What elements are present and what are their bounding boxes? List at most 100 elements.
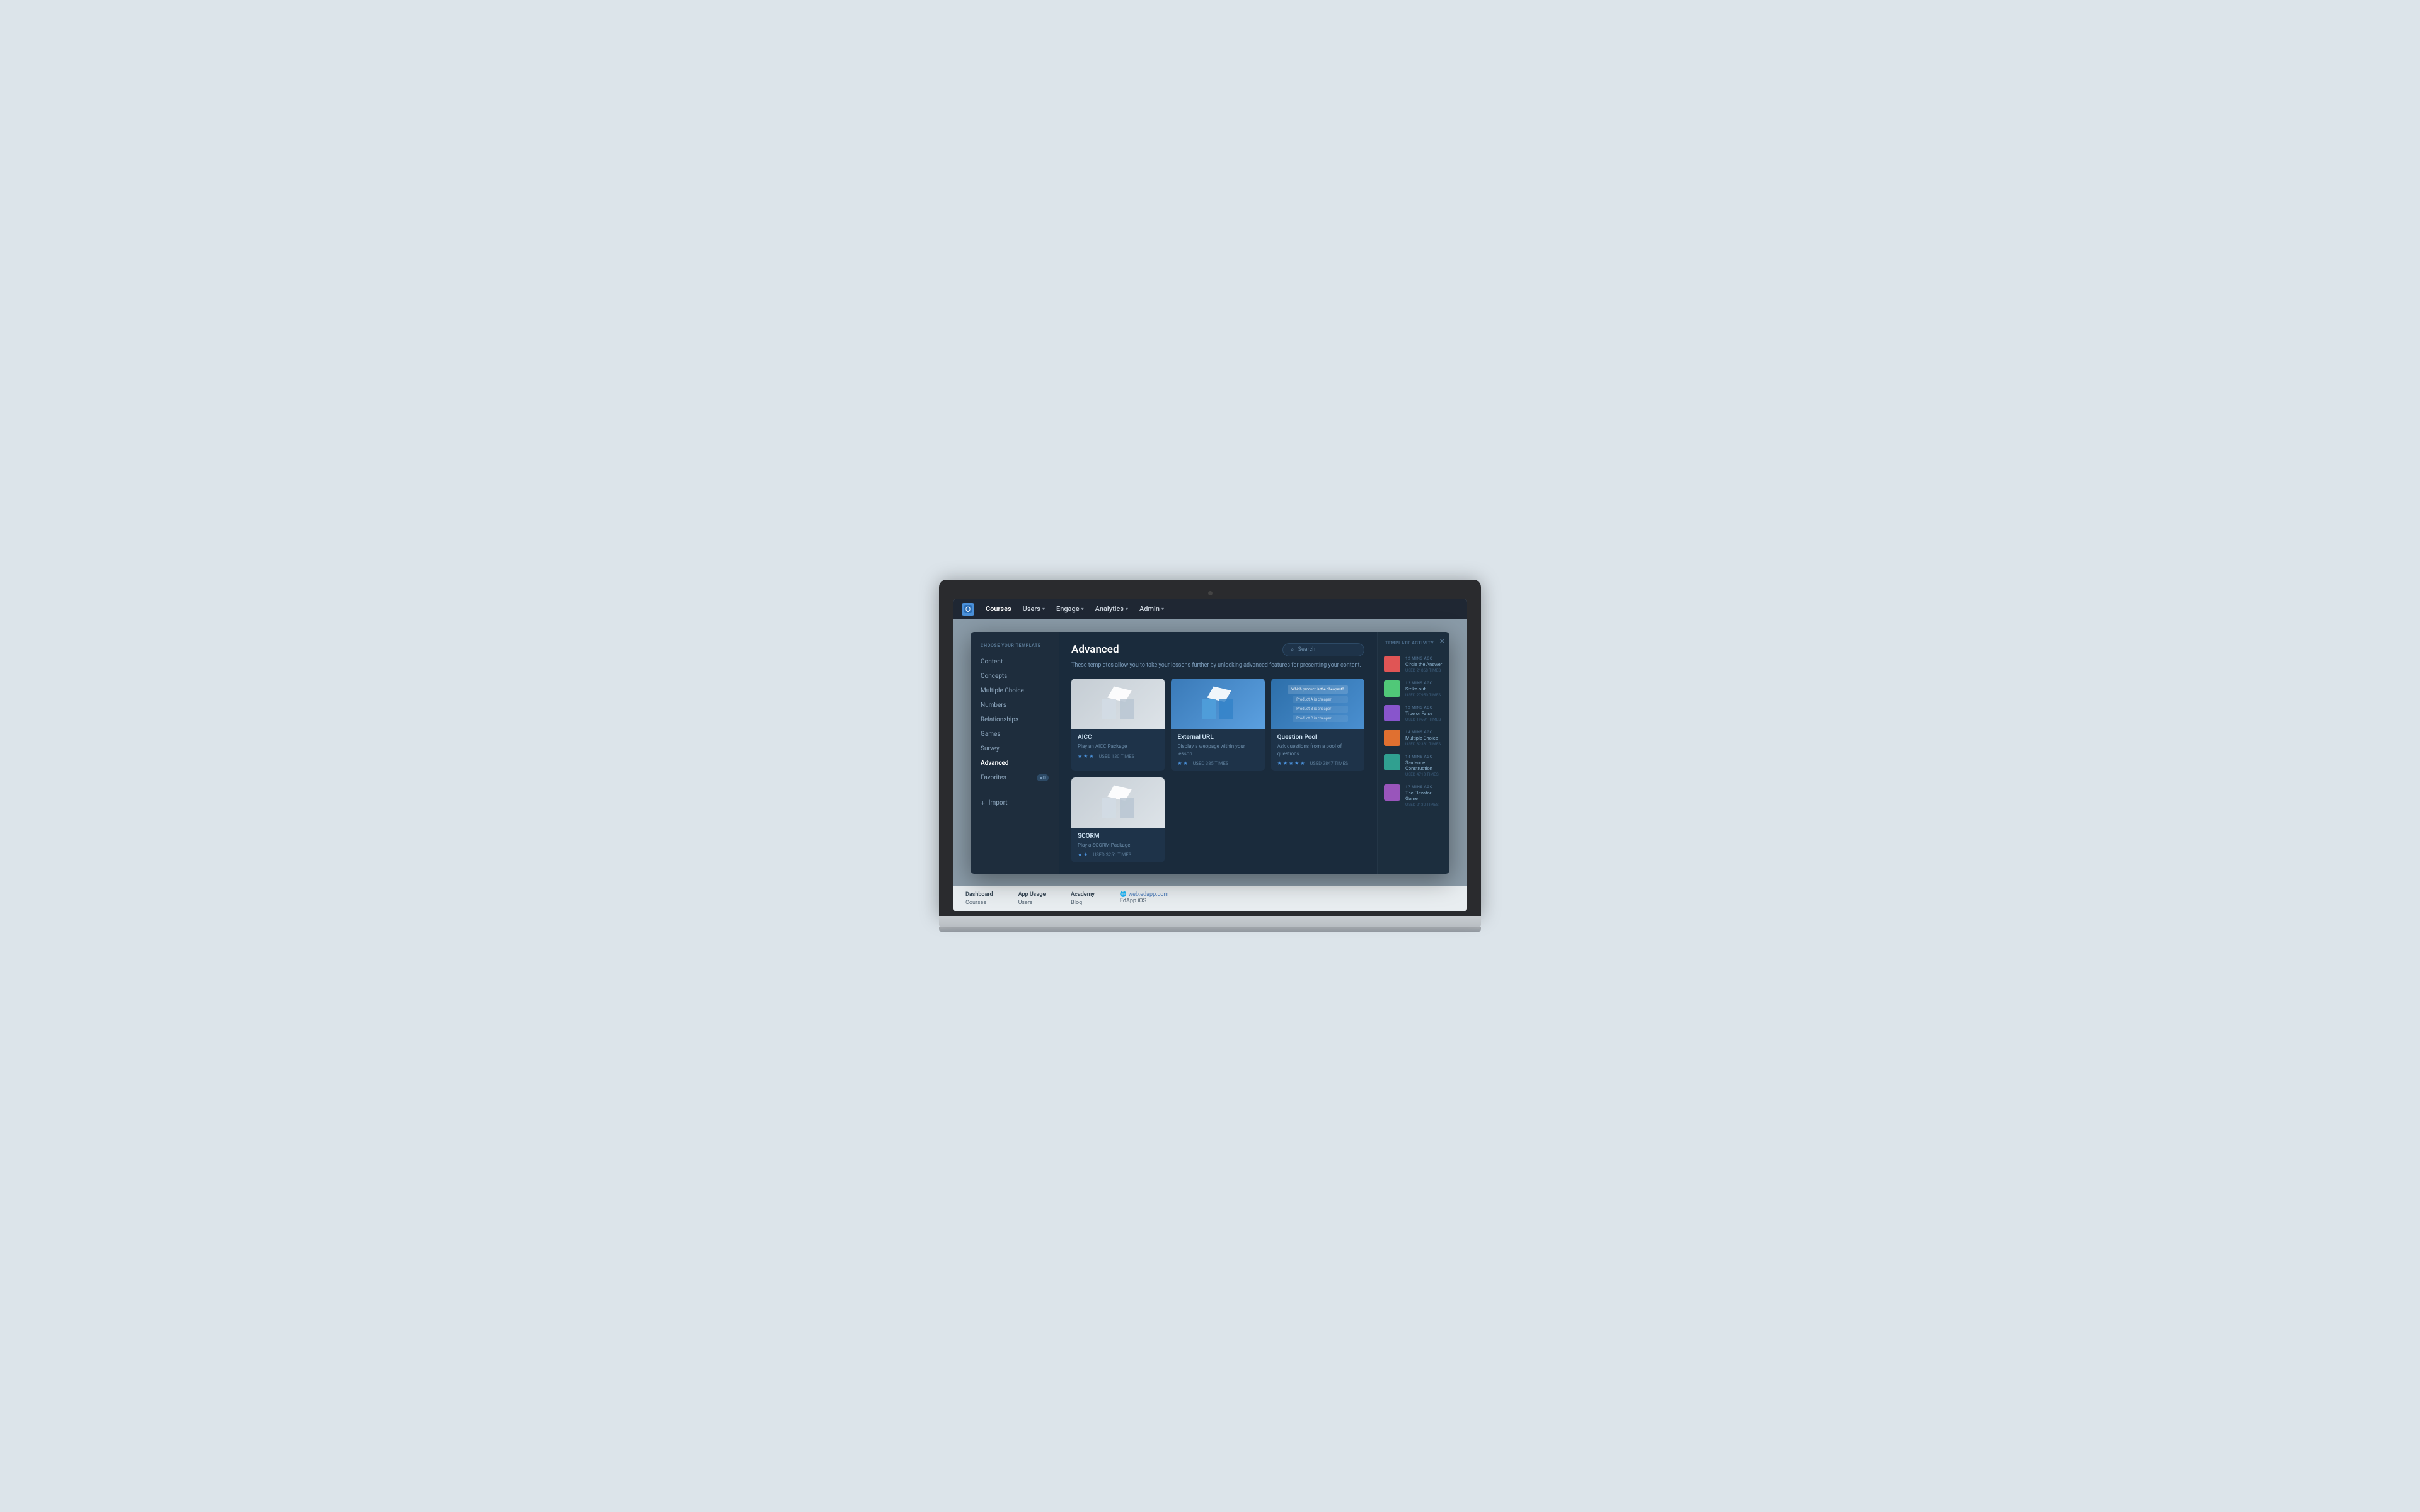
qpool-a1: Product A is cheaper <box>1293 696 1347 703</box>
page-footer: Dashboard Courses App Usage Users Academ… <box>953 886 1467 911</box>
aicc-uses: USED 130 TIMES <box>1099 753 1135 759</box>
users-chevron: ▾ <box>1042 606 1045 612</box>
template-card-scorm[interactable]: SCORM Play a SCORM Package ★★ USED 3251 … <box>1071 777 1165 862</box>
template-desc-qpool: Ask questions from a pool of questions <box>1277 743 1358 757</box>
template-meta-external: ★★ USED 385 TIMES <box>1177 760 1258 766</box>
activity-name-4: Multiple Choice <box>1405 735 1443 741</box>
template-info-external: External URL Display a webpage within yo… <box>1171 729 1264 770</box>
nav-analytics[interactable]: Analytics ▾ <box>1095 605 1128 613</box>
activity-thumb-1 <box>1384 656 1400 672</box>
template-empty-1 <box>1171 777 1264 862</box>
modal-dialog: × Choose Your Template Content Concepts … <box>971 632 1449 874</box>
qpool-uses: USED 2847 TIMES <box>1310 760 1349 766</box>
activity-time-3: 12 MINS AGO <box>1405 705 1443 710</box>
logo <box>962 603 974 616</box>
template-card-questionpool[interactable]: Which product is the cheapest? Product A… <box>1271 679 1364 770</box>
activity-thumb-6 <box>1384 784 1400 801</box>
search-input[interactable]: Search <box>1298 646 1316 653</box>
activity-time-5: 14 MINS AGO <box>1405 754 1443 759</box>
activity-name-6: The Elevator Game <box>1405 790 1443 801</box>
qpool-a3: Product C is cheaper <box>1293 715 1347 722</box>
modal-content: Advanced ⌕ Search These templates allow … <box>1059 632 1377 874</box>
template-meta-aicc: ★★★ USED 130 TIMES <box>1078 753 1158 759</box>
template-info-qpool: Question Pool Ask questions from a pool … <box>1271 729 1364 770</box>
activity-info-1: 12 MINS AGO Circle the Answer USED 21868… <box>1405 656 1443 673</box>
modal-title: Advanced <box>1071 643 1119 656</box>
sidebar-item-concepts[interactable]: Concepts <box>971 669 1059 684</box>
modal-description: These templates allow you to take your l… <box>1071 662 1364 670</box>
activity-name-3: True or False <box>1405 711 1443 716</box>
template-thumb-aicc <box>1071 679 1165 729</box>
template-meta-qpool: ★★★★★ USED 2847 TIMES <box>1277 760 1358 766</box>
activity-uses-6: USED 2130 TIMES <box>1405 802 1443 807</box>
footer-col-2: App Usage Users <box>1018 891 1046 906</box>
activity-name-1: Circle the Answer <box>1405 662 1443 667</box>
footer-title-2: App Usage <box>1018 891 1046 898</box>
footer-col-4: 🌐 web.edapp.com EdApp iOS <box>1120 891 1168 906</box>
topnav: Courses Users ▾ Engage ▾ Analytics ▾ Adm… <box>953 599 1467 619</box>
activity-info-2: 12 MINS AGO Strike-out USED 27950 TIMES <box>1405 680 1443 697</box>
activity-item-5: 14 MINS AGO Sentence Construction USED 4… <box>1378 750 1449 781</box>
footer-col-3: Academy Blog <box>1071 891 1095 906</box>
activity-item-2: 12 MINS AGO Strike-out USED 27950 TIMES <box>1378 677 1449 701</box>
footer-sub-4: EdApp iOS <box>1120 898 1168 904</box>
qpool-mockup: Which product is the cheapest? Product A… <box>1284 682 1351 726</box>
sidebar-item-advanced[interactable]: Advanced <box>971 756 1059 770</box>
camera <box>1208 591 1213 595</box>
template-name-qpool: Question Pool <box>1277 734 1358 741</box>
activity-uses-2: USED 27950 TIMES <box>1405 692 1443 697</box>
template-thumb-scorm <box>1071 777 1165 828</box>
template-thumb-external <box>1171 679 1264 729</box>
nav-courses[interactable]: Courses <box>986 605 1011 613</box>
template-desc-external: Display a webpage within your lesson <box>1177 743 1258 757</box>
template-info-scorm: SCORM Play a SCORM Package ★★ USED 3251 … <box>1071 828 1165 862</box>
nav-users[interactable]: Users ▾ <box>1023 605 1045 613</box>
activity-time-2: 12 MINS AGO <box>1405 680 1443 685</box>
template-meta-scorm: ★★ USED 3251 TIMES <box>1078 852 1158 857</box>
screen-bezel: Courses Users ▾ Engage ▾ Analytics ▾ Adm… <box>939 580 1481 916</box>
sidebar-item-content[interactable]: Content <box>971 655 1059 669</box>
activity-item-6: 17 MINS AGO The Elevator Game USED 2130 … <box>1378 781 1449 811</box>
search-box[interactable]: ⌕ Search <box>1282 643 1364 656</box>
template-card-externalurl[interactable]: External URL Display a webpage within yo… <box>1171 679 1264 770</box>
template-info-aicc: AICC Play an AICC Package ★★★ USED 130 T… <box>1071 729 1165 764</box>
template-desc-scorm: Play a SCORM Package <box>1078 842 1158 849</box>
sidebar-item-numbers[interactable]: Numbers <box>971 698 1059 713</box>
activity-uses-1: USED 21868 TIMES <box>1405 668 1443 673</box>
nav-engage[interactable]: Engage ▾ <box>1056 605 1084 613</box>
activity-name-5: Sentence Construction <box>1405 760 1443 771</box>
activity-info-4: 14 MINS AGO Multiple Choice USED 32381 T… <box>1405 730 1443 747</box>
activity-item-4: 14 MINS AGO Multiple Choice USED 32381 T… <box>1378 726 1449 750</box>
analytics-chevron: ▾ <box>1126 606 1128 612</box>
template-card-aicc[interactable]: AICC Play an AICC Package ★★★ USED 130 T… <box>1071 679 1165 770</box>
scorm-stars: ★★ <box>1078 852 1088 857</box>
activity-time-1: 12 MINS AGO <box>1405 656 1443 661</box>
template-desc-aicc: Play an AICC Package <box>1078 743 1158 750</box>
template-empty-2 <box>1271 777 1364 862</box>
activity-name-2: Strike-out <box>1405 686 1443 692</box>
close-button[interactable]: × <box>1440 637 1444 646</box>
footer-col-1: Dashboard Courses <box>965 891 993 906</box>
activity-uses-4: USED 32381 TIMES <box>1405 742 1443 747</box>
template-name-scorm: SCORM <box>1078 833 1158 840</box>
qpool-stars: ★★★★★ <box>1277 760 1305 766</box>
nav-admin[interactable]: Admin ▾ <box>1139 605 1164 613</box>
template-name-external: External URL <box>1177 734 1258 741</box>
templates-grid-bottom: SCORM Play a SCORM Package ★★ USED 3251 … <box>1071 777 1364 862</box>
activity-thumb-3 <box>1384 705 1400 721</box>
activity-heading: Template Activity <box>1378 641 1449 652</box>
sidebar-item-survey[interactable]: Survey <box>971 742 1059 756</box>
external-uses: USED 385 TIMES <box>1193 760 1229 766</box>
activity-thumb-4 <box>1384 730 1400 746</box>
import-button[interactable]: + Import <box>971 790 1059 816</box>
footer-sub-2: Users <box>1018 900 1046 906</box>
sidebar-item-favorites[interactable]: Favorites ●0 <box>971 770 1059 785</box>
sidebar-item-relationships[interactable]: Relationships <box>971 713 1059 727</box>
sidebar-item-games[interactable]: Games <box>971 727 1059 742</box>
sidebar-item-multiplechoice[interactable]: Multiple Choice <box>971 684 1059 698</box>
external-stars: ★★ <box>1177 760 1187 766</box>
activity-uses-3: USED 19691 TIMES <box>1405 717 1443 722</box>
engage-chevron: ▾ <box>1081 606 1084 612</box>
activity-info-6: 17 MINS AGO The Elevator Game USED 2130 … <box>1405 784 1443 807</box>
footer-title-1: Dashboard <box>965 891 993 898</box>
